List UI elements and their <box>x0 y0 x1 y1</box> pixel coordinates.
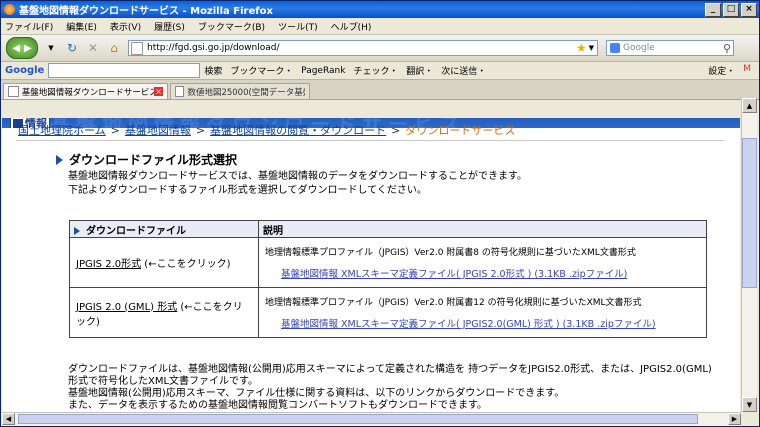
breadcrumb: 国土地理院ホーム > 基盤地図情報 > 基盤地図情報の閲覧・ダウンロード > ダウンロードサ… <box>18 122 515 138</box>
breadcrumb-separator: > <box>110 124 120 137</box>
table-row: JPGIS 2.0形式 (←ここをクリック) 地理情報標準プロファイル（JPGI… <box>69 237 707 288</box>
page-content: 基盤地図情報ダウンロードサービス 情報 国土地理院ホーム>基盤地図情報>基盤地図… <box>2 118 740 412</box>
title-bar: 基盤地図情報ダウンロードサービス - Mozilla Firefox _ □ × <box>1 1 759 18</box>
triangle-bullet-icon <box>74 226 80 235</box>
menu-bar: ファイル(F) 編集(E) 表示(V) 履歴(S) ブックマーク(B) ツール(… <box>1 18 759 35</box>
scroll-left-icon[interactable]: ◀ <box>2 413 15 425</box>
google-search-icon[interactable] <box>610 43 620 53</box>
triangle-bullet-icon <box>56 154 63 165</box>
tab-page-icon <box>175 86 185 97</box>
scroll-up-icon[interactable]: ▲ <box>742 98 757 113</box>
breadcrumb-kiban[interactable]: 基盤地図情報 <box>125 124 191 137</box>
breadcrumb-separator: > <box>391 124 401 137</box>
minimize-button[interactable]: _ <box>705 2 721 17</box>
tab-strip: 基盤地図情報ダウンロードサービス × 数値地図25000(空間データ基盤)→..… <box>1 80 759 100</box>
schema-download-link[interactable]: 基盤地図情報 XMLスキーマ定義ファイル( JPGIS 2.0形式 ) (3.1… <box>281 266 700 280</box>
search-placeholder[interactable]: Google <box>623 43 723 53</box>
menu-bookmarks[interactable]: ブックマーク(B) <box>198 20 265 33</box>
menu-help[interactable]: ヘルプ(H) <box>331 20 372 33</box>
firefox-icon <box>4 4 15 15</box>
url-bar[interactable]: http://fgd.gsi.go.jp/download/ ★ ▼ <box>128 40 598 56</box>
jpgis-gml-format-link[interactable]: JPGIS 2.0 (GML) 形式 <box>76 302 177 313</box>
header-download-file-label: ダウンロードファイル <box>86 225 186 237</box>
url-text[interactable]: http://fgd.gsi.go.jp/download/ <box>147 43 574 53</box>
heading-text: ダウンロードファイル形式選択 <box>69 153 238 167</box>
google-toolbar-input[interactable] <box>48 63 201 78</box>
breadcrumb-separator: > <box>195 124 206 137</box>
google-toolbar-right: 設定・ M <box>708 64 759 77</box>
tab-close-icon[interactable]: × <box>154 87 163 96</box>
tab-label[interactable]: 基盤地図情報ダウンロードサービス <box>22 86 154 98</box>
notes-text: ダウンロードファイルは、基盤地図情報(公開用)応用スキーマによって定義された構造… <box>68 364 718 412</box>
intro-text: 基盤地図情報ダウンロードサービスでは、基盤地図情報のデータをダウンロードすること… <box>68 170 527 198</box>
table-row: JPGIS 2.0 (GML) 形式 (←ここをクリック) 地理情報標準プロファ… <box>69 287 707 338</box>
forward-arrow-icon[interactable]: ▶ <box>24 43 32 54</box>
close-button[interactable]: × <box>741 2 757 17</box>
mail-icon[interactable]: M <box>743 64 751 77</box>
tab-page-icon <box>8 86 19 97</box>
send-to-button[interactable]: 次に送信・ <box>441 64 486 77</box>
reload-icon[interactable]: ↻ <box>64 40 80 56</box>
note-line: ダウンロードファイルは、基盤地図情報(公開用)応用スキーマによって定義された構造… <box>68 364 712 387</box>
note-line: また、データを表示するための基盤地図情報閲覧コンバートソフトもダウンロードできま… <box>68 400 487 411</box>
horizontal-scrollbar[interactable]: ◀ ▶ <box>2 412 741 426</box>
note-line: 基盤地図情報(公開用)応用スキーマ、ファイル仕様に関する資料は、以下のリンクから… <box>68 388 565 399</box>
section-heading: ダウンロードファイル形式選択 <box>56 151 237 168</box>
schema-download-link[interactable]: 基盤地図情報 XMLスキーマ定義ファイル( JPGIS2.0(GML) 形式 )… <box>281 316 700 330</box>
menu-tools[interactable]: ツール(T) <box>278 20 318 33</box>
translate-button[interactable]: 翻訳・ <box>406 64 433 77</box>
back-arrow-icon[interactable]: ◀ <box>12 43 20 54</box>
intro-line: 下記よりダウンロードするファイル形式を選択してダウンロードしてください。 <box>68 185 427 196</box>
vertical-scrollbar[interactable]: ▲ ▼ <box>741 98 757 412</box>
horizontal-scroll-thumb[interactable] <box>18 414 698 424</box>
google-toolbar: Google 検索 ブックマーク・ PageRank チェック・ 翻訳・ 次に送… <box>1 62 759 80</box>
dropdown-icon[interactable]: ▼ <box>43 40 59 56</box>
click-hint: (←ここをクリック) <box>141 259 231 270</box>
breadcrumb-gsi-home[interactable]: 国土地理院ホーム <box>18 124 106 137</box>
settings-button[interactable]: 設定・ <box>708 64 735 77</box>
home-icon[interactable]: ⌂ <box>106 40 122 56</box>
intro-line: 基盤地図情報ダウンロードサービスでは、基盤地図情報のデータをダウンロードすること… <box>68 171 527 182</box>
maximize-button[interactable]: □ <box>723 2 739 17</box>
vertical-scroll-thumb[interactable] <box>742 138 757 288</box>
navigation-toolbar: ◀ ▶ ▼ ↻ ✕ ⌂ http://fgd.gsi.go.jp/download… <box>1 35 759 62</box>
description-cell: 地理情報標準プロファイル（JPGIS）Ver2.0 附属書12 の符号化規則に基… <box>258 287 707 338</box>
menu-edit[interactable]: 編集(E) <box>66 20 97 33</box>
stop-icon[interactable]: ✕ <box>85 40 101 56</box>
table-header-row: ダウンロードファイル 説明 <box>69 220 707 238</box>
scroll-down-icon[interactable]: ▼ <box>742 397 757 412</box>
format-description: 地理情報標準プロファイル（JPGIS）Ver2.0 附属書12 の符号化規則に基… <box>265 298 642 308</box>
header-description: 説明 <box>258 220 707 238</box>
format-table: ダウンロードファイル 説明 JPGIS 2.0形式 (←ここをクリック) 地理情… <box>69 220 707 338</box>
menu-view[interactable]: 表示(V) <box>110 20 141 33</box>
breadcrumb-current: ダウンロードサービス <box>405 124 516 137</box>
google-bookmark-button[interactable]: ブックマーク・ <box>230 64 293 77</box>
description-cell: 地理情報標準プロファイル（JPGIS）Ver2.0 附属書8 の符号化規則に基づ… <box>258 237 707 288</box>
google-search-button[interactable]: 検索 <box>204 64 222 77</box>
breadcrumb-browse-download[interactable]: 基盤地図情報の閲覧・ダウンロード <box>210 124 386 137</box>
tab-download-service[interactable]: 基盤地図情報ダウンロードサービス × <box>3 83 168 99</box>
menu-history[interactable]: 履歴(S) <box>154 20 185 33</box>
jpgis-format-link[interactable]: JPGIS 2.0形式 <box>76 259 141 270</box>
format-description: 地理情報標準プロファイル（JPGIS）Ver2.0 附属書8 の符号化規則に基づ… <box>265 248 636 258</box>
google-logo[interactable]: Google <box>5 65 44 76</box>
header-download-file: ダウンロードファイル <box>69 220 259 238</box>
check-button[interactable]: チェック・ <box>353 64 398 77</box>
back-forward-button[interactable]: ◀ ▶ <box>6 37 38 59</box>
window-title: 基盤地図情報ダウンロードサービス - Mozilla Firefox <box>19 6 273 17</box>
search-box[interactable]: Google ⚲ <box>606 40 734 56</box>
divider <box>16 140 724 141</box>
format-cell: JPGIS 2.0 (GML) 形式 (←ここをクリック) <box>69 287 259 338</box>
tab-label[interactable]: 数値地図25000(空間データ基盤)→... <box>187 86 305 98</box>
bookmark-star-icon[interactable]: ★ <box>576 41 587 55</box>
tab-numeric-map[interactable]: 数値地図25000(空間データ基盤)→... <box>170 83 310 99</box>
pagerank-indicator[interactable]: PageRank <box>301 66 345 76</box>
format-cell: JPGIS 2.0形式 (←ここをクリック) <box>69 237 259 288</box>
menu-file[interactable]: ファイル(F) <box>5 20 53 33</box>
url-dropdown-icon[interactable]: ▼ <box>589 44 594 52</box>
page-icon <box>131 41 143 55</box>
search-magnifier-icon[interactable]: ⚲ <box>723 42 731 55</box>
scroll-right-icon[interactable]: ▶ <box>728 413 741 425</box>
